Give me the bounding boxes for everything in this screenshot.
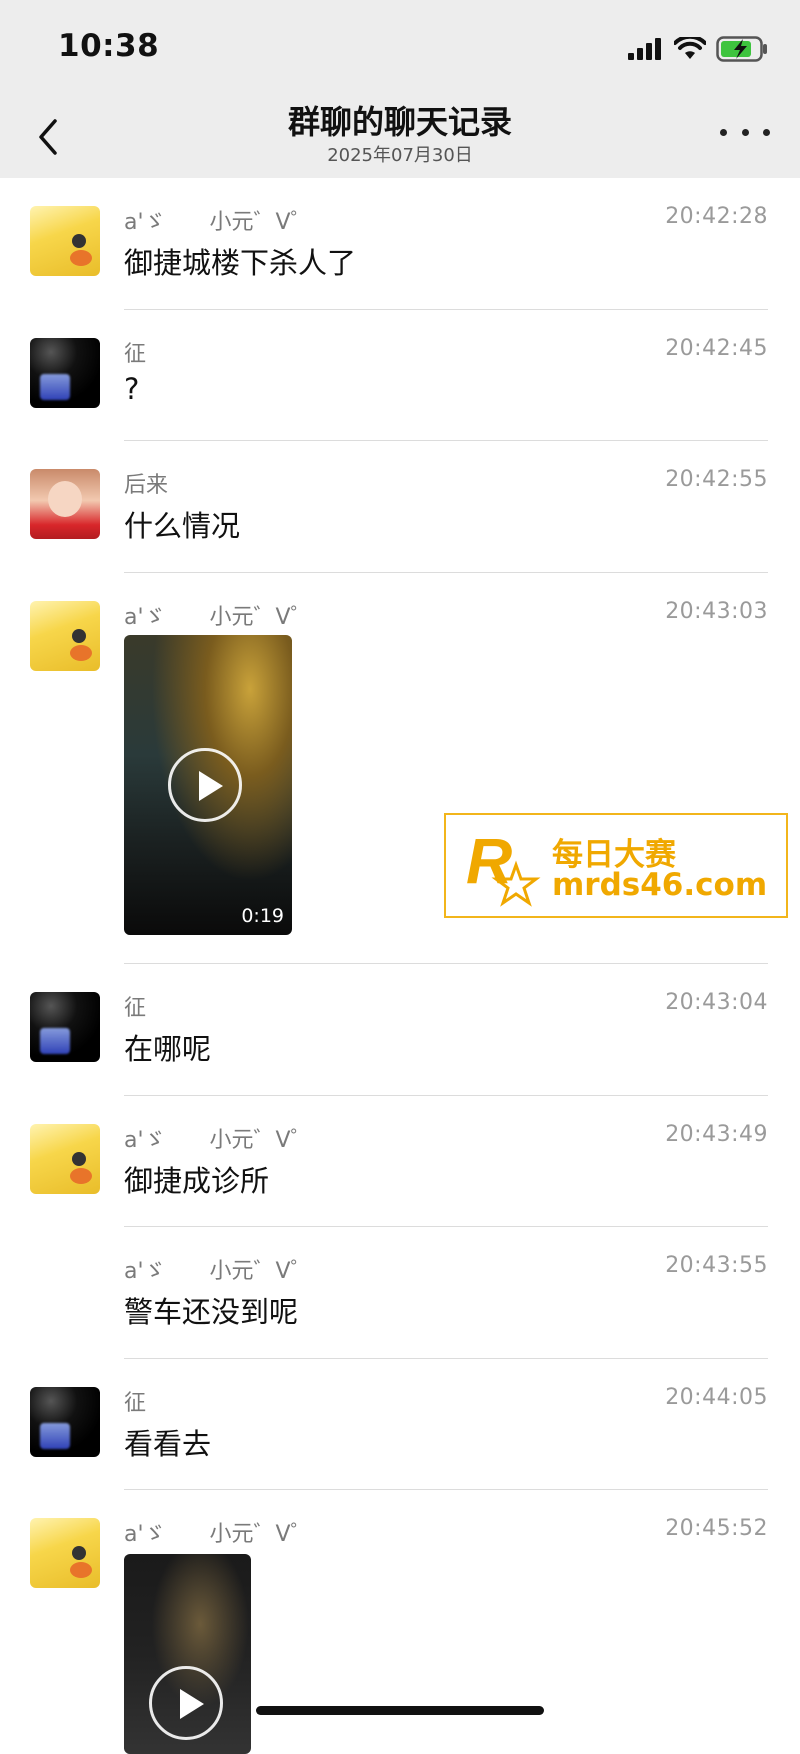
avatar[interactable] [30, 1124, 100, 1194]
message-time: 20:44:05 [665, 1385, 768, 1410]
video-message[interactable]: 0:19 [124, 635, 292, 935]
more-dot-icon [763, 128, 770, 136]
sender-name: 征 [124, 996, 147, 1021]
sender-name: a'ゞ 小元゛V゜ [124, 1259, 313, 1284]
play-icon[interactable] [149, 1666, 223, 1740]
avatar[interactable] [30, 992, 100, 1062]
back-arrow-icon [39, 119, 57, 155]
status-icons [628, 34, 768, 64]
home-indicator [256, 1706, 544, 1715]
back-button[interactable] [28, 112, 68, 162]
message-text: ? [124, 372, 140, 406]
signal-icon [628, 38, 661, 60]
chat-message[interactable]: a'ゞ 小元゛V゜ 20:45:52 [0, 1490, 800, 1754]
wifi-icon [674, 37, 706, 59]
top-bar: 10:38 群聊的聊天记录 2025年07月30日 [0, 0, 800, 178]
more-button[interactable] [720, 122, 770, 142]
chat-message[interactable]: a'ゞ 小元゛V゜ 20:43:55 警车还没到呢 [0, 1227, 800, 1359]
battery-charging-icon [716, 36, 767, 62]
video-duration: 0:19 [241, 905, 284, 927]
message-text: 看看去 [124, 1427, 212, 1461]
more-dot-icon [741, 128, 749, 136]
sender-name: a'ゞ 小元゛V゜ [124, 605, 313, 630]
message-time: 20:43:55 [665, 1253, 768, 1278]
sender-name: 后来 [124, 473, 169, 498]
message-time: 20:43:04 [665, 990, 768, 1015]
page-date: 2025年07月30日 [327, 145, 473, 166]
message-text: 御捷成诊所 [124, 1164, 270, 1198]
avatar[interactable] [30, 338, 100, 408]
chat-message[interactable]: 征 20:42:45 ? [0, 310, 800, 442]
more-dot-icon [720, 128, 727, 136]
page-title: 群聊的聊天记录 [287, 103, 512, 141]
message-text: 什么情况 [124, 509, 241, 543]
message-time: 20:42:45 [665, 336, 768, 361]
avatar[interactable] [30, 469, 100, 539]
chat-message[interactable]: 后来 20:42:55 什么情况 [0, 441, 800, 573]
avatar[interactable] [30, 601, 100, 671]
chat-message[interactable]: 征 20:44:05 看看去 [0, 1359, 800, 1490]
message-time: 20:42:28 [665, 204, 768, 229]
message-text: 御捷城楼下杀人了 [124, 246, 357, 280]
avatar[interactable] [30, 1518, 100, 1588]
sender-name: 征 [124, 1391, 147, 1416]
sender-name: 征 [124, 342, 147, 367]
sender-name: a'ゞ 小元゛V゜ [124, 1522, 313, 1547]
message-time: 20:42:55 [665, 467, 768, 492]
message-time: 20:45:52 [665, 1516, 768, 1541]
video-message[interactable] [124, 1554, 251, 1754]
sender-name: a'ゞ 小元゛V゜ [124, 1128, 313, 1153]
message-time: 20:43:49 [665, 1122, 768, 1147]
watermark-logo-icon: R [466, 825, 541, 907]
watermark-url: mrds46.com [552, 867, 768, 903]
avatar[interactable] [30, 1387, 100, 1457]
watermark: R 每日大赛 mrds46.com [444, 813, 788, 918]
chat-message[interactable]: 征 20:43:04 在哪呢 [0, 964, 800, 1096]
status-time: 10:38 [58, 28, 160, 64]
message-text: 警车还没到呢 [124, 1295, 299, 1329]
chat-message[interactable]: a'ゞ 小元゛V゜ 20:42:28 御捷城楼下杀人了 [0, 178, 800, 310]
play-icon[interactable] [168, 748, 242, 822]
avatar[interactable] [30, 206, 100, 276]
sender-name: a'ゞ 小元゛V゜ [124, 210, 313, 235]
message-time: 20:43:03 [665, 599, 768, 624]
title-block: 群聊的聊天记录 2025年07月30日 [150, 102, 650, 168]
message-text: 在哪呢 [124, 1032, 212, 1066]
chat-message[interactable]: a'ゞ 小元゛V゜ 20:43:49 御捷成诊所 [0, 1096, 800, 1227]
